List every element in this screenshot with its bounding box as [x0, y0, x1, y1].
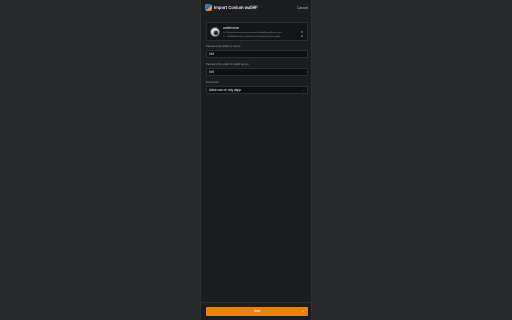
- permission-select-value: Allow use on any dapp: [209, 88, 242, 92]
- wallet-logo-icon: [205, 4, 212, 11]
- account-address-1: Te: MuuuuhoheanhnhnxmesmeurhnSeqdbMoquh4…: [223, 31, 282, 34]
- import-wallet-panel: Import Cosium wallet 2/2 Cancel walletna…: [200, 0, 313, 320]
- arrow-right-icon: →: [301, 309, 305, 313]
- page-title: Import Cosium wallet: [214, 5, 257, 10]
- chevron-down-icon: ⌄: [302, 88, 305, 92]
- account-card: walletname Te: Muuuuhoheanhnhnxmesmeurhn…: [206, 22, 308, 41]
- step-badge: 2/2: [253, 5, 258, 9]
- password-field[interactable]: 0x9: [206, 50, 308, 58]
- permission-select[interactable]: Allow use on any dapp ⌄: [206, 86, 308, 94]
- permission-label: Permission: [206, 81, 219, 84]
- footer-divider: [201, 302, 313, 303]
- password-label: Password the wallet to secure: [206, 45, 241, 48]
- avatar-emblem-icon: [213, 30, 218, 35]
- header: Import Cosium wallet 2/2 Cancel: [201, 0, 313, 16]
- confirm-password-label: Password the wallet for wallet secure: [206, 63, 249, 66]
- account-name: walletname: [223, 26, 240, 30]
- cancel-button[interactable]: Cancel: [297, 6, 308, 10]
- next-button-label: Next: [253, 309, 261, 313]
- next-button[interactable]: Next →: [206, 307, 308, 316]
- copy-icon[interactable]: ⧉: [301, 35, 304, 38]
- account-address-2: Tx: 2WHRNhHkuNxunJj1EFRhGQ2tWoBpQPNgSctu…: [223, 35, 280, 38]
- avatar: [210, 27, 220, 37]
- confirm-password-field[interactable]: 0x9: [206, 68, 308, 76]
